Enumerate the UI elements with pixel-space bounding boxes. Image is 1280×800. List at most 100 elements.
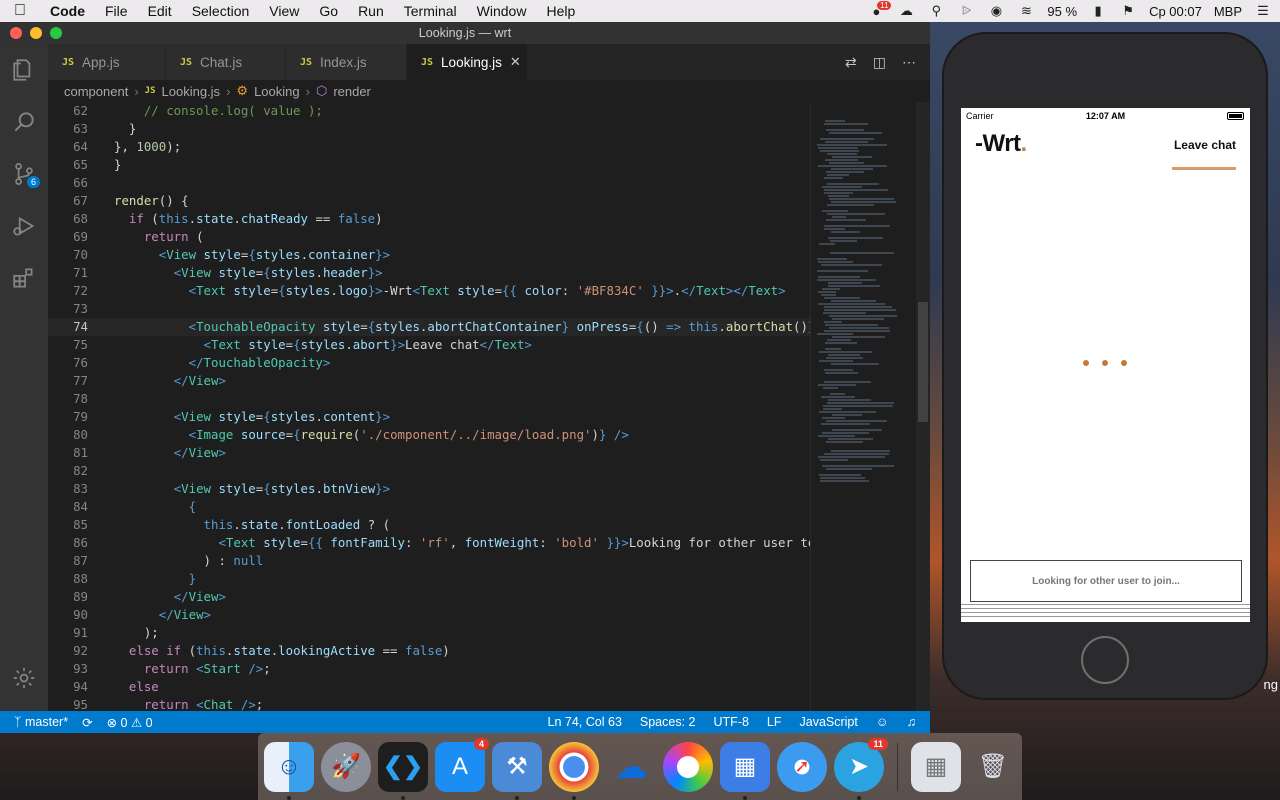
explorer-icon[interactable] xyxy=(0,44,48,96)
zoom-window-button[interactable] xyxy=(50,27,62,39)
js-file-icon: JS xyxy=(144,86,156,96)
code-line: 62 // console.log( value ); xyxy=(73,103,323,118)
branch-indicator[interactable]: ᛉ master* xyxy=(14,715,68,729)
menu-edit[interactable]: Edit xyxy=(138,0,182,22)
finder-icon[interactable]: ☺ xyxy=(264,741,314,800)
minimap-line xyxy=(831,201,896,203)
color-picker-icon[interactable] xyxy=(663,741,713,792)
minimap-line xyxy=(831,450,890,452)
method-symbol-icon: ⬡ xyxy=(315,83,328,98)
branch-name: master* xyxy=(25,715,69,729)
menu-terminal[interactable]: Terminal xyxy=(394,0,467,22)
minimap-line xyxy=(823,405,893,407)
minimap-line xyxy=(824,177,843,179)
cloud-icon[interactable]: ☁ xyxy=(897,3,915,19)
source-control-badge: 6 xyxy=(26,176,40,188)
battery-icon[interactable]: ▮ xyxy=(1089,3,1107,19)
code-line: 93 return <Start />; xyxy=(73,661,271,676)
search-icon[interactable]: ⚲ xyxy=(927,3,945,19)
chrome-icon[interactable] xyxy=(549,741,599,800)
safari-icon[interactable]: ➚ xyxy=(777,741,827,792)
feedback-icon[interactable]: ☺ xyxy=(876,715,889,729)
xcode-icon[interactable]: ⚒ xyxy=(492,741,542,800)
minimap-line xyxy=(828,354,860,356)
minimap-line xyxy=(818,303,885,305)
menu-go[interactable]: Go xyxy=(309,0,348,22)
home-button[interactable] xyxy=(1081,636,1129,684)
downloads-stack-icon[interactable]: ▦ xyxy=(911,741,961,792)
app-store-icon[interactable]: A4 xyxy=(435,737,489,792)
minimap-line xyxy=(831,363,879,365)
breadcrumb-class[interactable]: Looking xyxy=(254,84,300,99)
tab-chat-js[interactable]: JS Chat.js xyxy=(166,44,286,80)
tab-index-js[interactable]: JS Index.js xyxy=(286,44,407,80)
line-ending[interactable]: LF xyxy=(767,715,782,729)
minimap[interactable] xyxy=(810,102,915,711)
minimap-line xyxy=(828,285,880,287)
minimap-line xyxy=(832,216,846,218)
menu-selection[interactable]: Selection xyxy=(182,0,260,22)
trash-icon[interactable]: 🗑 xyxy=(968,742,1018,792)
wifi-icon[interactable]: ≋ xyxy=(1017,3,1035,19)
sync-icon[interactable]: ⟳ xyxy=(82,715,92,730)
apple-menu-icon[interactable]:  xyxy=(0,2,40,20)
more-actions-icon[interactable]: ⋯ xyxy=(902,54,916,71)
breadcrumb-folder[interactable]: component xyxy=(64,84,128,99)
code-line: 78 xyxy=(73,391,88,406)
host-name[interactable]: MBP xyxy=(1214,4,1242,19)
split-editor-icon[interactable]: ◫ xyxy=(873,54,886,71)
bell-icon[interactable]: ♫ xyxy=(907,715,916,729)
breadcrumb-method[interactable]: render xyxy=(333,84,371,99)
settings-gear-icon[interactable] xyxy=(0,652,48,704)
indentation[interactable]: Spaces: 2 xyxy=(640,715,696,729)
breadcrumb-file[interactable]: Looking.js xyxy=(162,84,221,99)
launchpad-icon[interactable]: 🚀 xyxy=(321,741,371,792)
minimap-line xyxy=(824,453,889,455)
run-debug-icon[interactable] xyxy=(0,200,48,252)
vscode-icon[interactable]: ❮❯ xyxy=(378,741,428,800)
tab-app-js[interactable]: JS App.js xyxy=(48,44,166,80)
minimap-line xyxy=(824,123,868,125)
minimap-line xyxy=(819,360,853,362)
leave-chat-button[interactable]: Leave chat xyxy=(1174,138,1236,152)
menu-file[interactable]: File xyxy=(95,0,138,22)
menu-app-name[interactable]: Code xyxy=(40,0,95,22)
problems-indicator[interactable]: ⊗ 0 ⚠ 0 xyxy=(107,715,153,730)
close-tab-icon[interactable]: ✕ xyxy=(510,54,521,70)
minimap-line xyxy=(824,321,842,323)
bluetooth-icon[interactable]: ᐉ xyxy=(957,3,975,19)
close-window-button[interactable] xyxy=(10,27,22,39)
scrollbar-thumb[interactable] xyxy=(918,302,928,422)
editor-scrollbar[interactable] xyxy=(916,102,930,711)
search-view-icon[interactable] xyxy=(0,96,48,148)
siri-icon[interactable]: ◉ xyxy=(987,3,1005,19)
onedrive-icon[interactable]: ☁ xyxy=(606,742,656,792)
clock[interactable]: Ср 00:07 xyxy=(1149,4,1202,19)
open-changes-icon[interactable]: ⇄ xyxy=(845,54,857,71)
tab-label: App.js xyxy=(82,54,120,70)
minimap-line xyxy=(822,417,845,419)
menu-view[interactable]: View xyxy=(259,0,309,22)
list-icon[interactable]: ☰ xyxy=(1254,3,1272,19)
menu-run[interactable]: Run xyxy=(348,0,394,22)
minimize-window-button[interactable] xyxy=(30,27,42,39)
encoding[interactable]: UTF-8 xyxy=(713,715,748,729)
menu-help[interactable]: Help xyxy=(536,0,585,22)
flag-icon[interactable]: ⚑ xyxy=(1119,3,1137,19)
menu-window[interactable]: Window xyxy=(467,0,537,22)
notification-app-icon[interactable]: ● 11 xyxy=(867,1,892,19)
language-mode[interactable]: JavaScript xyxy=(800,715,858,729)
code-editor[interactable]: 62 // console.log( value ); 63 } 64}, 10… xyxy=(48,102,810,711)
cursor-position[interactable]: Ln 74, Col 63 xyxy=(548,715,622,729)
telegram-badge: 11 xyxy=(868,737,888,750)
minimap-line xyxy=(827,339,851,341)
extensions-icon[interactable] xyxy=(0,252,48,304)
minimap-line xyxy=(831,300,876,302)
simulator-icon[interactable]: ▦ xyxy=(720,741,770,800)
minimap-line xyxy=(825,120,845,122)
source-control-icon[interactable]: 6 xyxy=(0,148,48,200)
telegram-icon[interactable]: ➤ 11 xyxy=(834,737,888,800)
minimap-line xyxy=(832,429,882,431)
minimap-line xyxy=(825,141,868,143)
tab-looking-js[interactable]: JS Looking.js ✕ xyxy=(407,44,528,80)
